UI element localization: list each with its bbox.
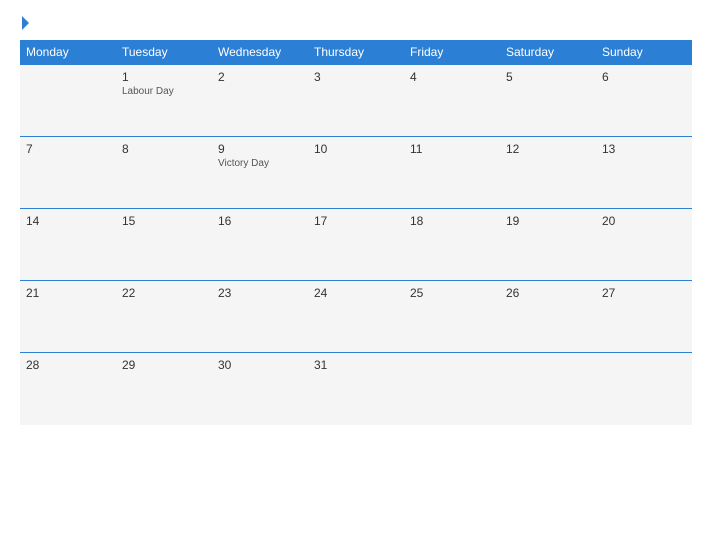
- calendar-day-cell: 8: [116, 137, 212, 209]
- calendar-header-row: MondayTuesdayWednesdayThursdayFridaySatu…: [20, 40, 692, 65]
- calendar-day-cell: 10: [308, 137, 404, 209]
- calendar-day-cell: 24: [308, 281, 404, 353]
- calendar-day-cell: 1 Labour Day: [116, 65, 212, 137]
- calendar-day-cell: 9 Victory Day: [212, 137, 308, 209]
- header-cell-wednesday: Wednesday: [212, 40, 308, 65]
- header: [20, 16, 692, 30]
- day-number: 30: [218, 358, 302, 372]
- day-number: 17: [314, 214, 398, 228]
- calendar-day-cell: 16: [212, 209, 308, 281]
- logo-triangle-icon: [22, 16, 29, 30]
- day-number: 5: [506, 70, 590, 84]
- calendar-day-cell: 2: [212, 65, 308, 137]
- calendar-day-cell: 4: [404, 65, 500, 137]
- calendar-day-cell: 14: [20, 209, 116, 281]
- day-number: 31: [314, 358, 398, 372]
- calendar-day-cell: 22: [116, 281, 212, 353]
- logo: [20, 16, 29, 30]
- calendar-day-cell: 30: [212, 353, 308, 425]
- header-cell-saturday: Saturday: [500, 40, 596, 65]
- logo-blue-text: [20, 16, 29, 30]
- calendar-day-cell: 12: [500, 137, 596, 209]
- calendar-week-row: 21 22 23 24 25 26 27: [20, 281, 692, 353]
- calendar-day-cell: 29: [116, 353, 212, 425]
- day-number: 21: [26, 286, 110, 300]
- calendar-day-cell: 27: [596, 281, 692, 353]
- day-number: 27: [602, 286, 686, 300]
- calendar-week-row: 789 Victory Day 10 11 12 13: [20, 137, 692, 209]
- calendar-day-cell: 25: [404, 281, 500, 353]
- day-number: 29: [122, 358, 206, 372]
- day-number: 18: [410, 214, 494, 228]
- calendar-day-cell: 5: [500, 65, 596, 137]
- calendar-day-cell: 21: [20, 281, 116, 353]
- calendar-day-cell: 20: [596, 209, 692, 281]
- day-number: 1: [122, 70, 206, 84]
- day-number: 13: [602, 142, 686, 156]
- day-number: 12: [506, 142, 590, 156]
- calendar-day-cell: 3: [308, 65, 404, 137]
- header-cell-thursday: Thursday: [308, 40, 404, 65]
- day-number: 3: [314, 70, 398, 84]
- day-number: 10: [314, 142, 398, 156]
- day-number: 2: [218, 70, 302, 84]
- calendar-day-cell: [596, 353, 692, 425]
- header-cell-tuesday: Tuesday: [116, 40, 212, 65]
- day-number: 26: [506, 286, 590, 300]
- holiday-label: Labour Day: [122, 86, 206, 97]
- holiday-label: Victory Day: [218, 158, 302, 169]
- calendar-day-cell: [500, 353, 596, 425]
- calendar-day-cell: 13: [596, 137, 692, 209]
- calendar-day-cell: 11: [404, 137, 500, 209]
- calendar-day-cell: 7: [20, 137, 116, 209]
- day-number: 20: [602, 214, 686, 228]
- calendar-day-cell: 19: [500, 209, 596, 281]
- day-number: 28: [26, 358, 110, 372]
- day-number: 8: [122, 142, 206, 156]
- calendar-day-cell: 17: [308, 209, 404, 281]
- day-number: 11: [410, 142, 494, 156]
- page: MondayTuesdayWednesdayThursdayFridaySatu…: [0, 0, 712, 550]
- day-number: 7: [26, 142, 110, 156]
- day-number: 6: [602, 70, 686, 84]
- day-number: 25: [410, 286, 494, 300]
- day-number: 19: [506, 214, 590, 228]
- calendar-day-cell: [404, 353, 500, 425]
- header-cell-monday: Monday: [20, 40, 116, 65]
- day-number: 23: [218, 286, 302, 300]
- calendar-day-cell: 28: [20, 353, 116, 425]
- day-number: 14: [26, 214, 110, 228]
- day-number: 24: [314, 286, 398, 300]
- day-number: 4: [410, 70, 494, 84]
- day-number: 15: [122, 214, 206, 228]
- calendar-day-cell: [20, 65, 116, 137]
- calendar-day-cell: 26: [500, 281, 596, 353]
- calendar-day-cell: 23: [212, 281, 308, 353]
- day-number: 16: [218, 214, 302, 228]
- day-number: 9: [218, 142, 302, 156]
- calendar-day-cell: 31: [308, 353, 404, 425]
- calendar-week-row: 14 15 16 17 18 19 20: [20, 209, 692, 281]
- calendar-day-cell: 15: [116, 209, 212, 281]
- day-number: 22: [122, 286, 206, 300]
- calendar-table: MondayTuesdayWednesdayThursdayFridaySatu…: [20, 40, 692, 425]
- header-cell-sunday: Sunday: [596, 40, 692, 65]
- calendar-day-cell: 18: [404, 209, 500, 281]
- header-cell-friday: Friday: [404, 40, 500, 65]
- calendar-week-row: 1 Labour Day 23456: [20, 65, 692, 137]
- calendar-week-row: 28 29 30 31: [20, 353, 692, 425]
- calendar-day-cell: 6: [596, 65, 692, 137]
